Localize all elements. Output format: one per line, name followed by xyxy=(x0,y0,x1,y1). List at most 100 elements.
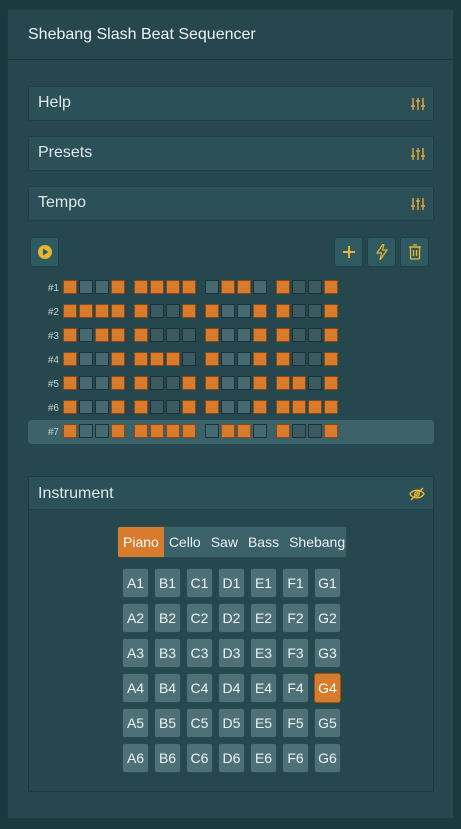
step-cell[interactable] xyxy=(182,328,196,342)
step-cell[interactable] xyxy=(79,352,93,366)
note-key[interactable]: F5 xyxy=(282,708,309,738)
step-cell[interactable] xyxy=(253,280,267,294)
step-cell[interactable] xyxy=(95,352,109,366)
step-cell[interactable] xyxy=(166,280,180,294)
note-key[interactable]: G2 xyxy=(314,603,341,633)
track-row[interactable]: #7 xyxy=(28,420,434,444)
step-cell[interactable] xyxy=(221,424,235,438)
step-cell[interactable] xyxy=(324,328,338,342)
step-cell[interactable] xyxy=(237,400,251,414)
note-key[interactable]: C2 xyxy=(186,603,213,633)
step-cell[interactable] xyxy=(134,424,148,438)
tab-piano[interactable]: Piano xyxy=(118,527,164,557)
note-key[interactable]: F6 xyxy=(282,743,309,773)
step-cell[interactable] xyxy=(292,280,306,294)
track-row[interactable]: #5 xyxy=(28,372,434,396)
step-cell[interactable] xyxy=(134,352,148,366)
step-cell[interactable] xyxy=(134,328,148,342)
note-key[interactable]: A4 xyxy=(122,673,149,703)
step-cell[interactable] xyxy=(276,400,290,414)
step-cell[interactable] xyxy=(150,352,164,366)
step-cell[interactable] xyxy=(221,352,235,366)
step-cell[interactable] xyxy=(308,352,322,366)
track-row[interactable]: #1 xyxy=(28,276,434,300)
note-key[interactable]: E6 xyxy=(250,743,277,773)
note-key[interactable]: D6 xyxy=(218,743,245,773)
note-key[interactable]: B3 xyxy=(154,638,181,668)
step-cell[interactable] xyxy=(253,328,267,342)
step-cell[interactable] xyxy=(166,376,180,390)
step-cell[interactable] xyxy=(166,304,180,318)
step-cell[interactable] xyxy=(205,304,219,318)
step-cell[interactable] xyxy=(292,328,306,342)
step-cell[interactable] xyxy=(182,424,196,438)
note-key[interactable]: C6 xyxy=(186,743,213,773)
step-cell[interactable] xyxy=(182,280,196,294)
note-key[interactable]: F3 xyxy=(282,638,309,668)
note-key[interactable]: G6 xyxy=(314,743,341,773)
step-cell[interactable] xyxy=(237,376,251,390)
step-cell[interactable] xyxy=(79,304,93,318)
step-cell[interactable] xyxy=(237,424,251,438)
note-key[interactable]: B4 xyxy=(154,673,181,703)
step-cell[interactable] xyxy=(253,376,267,390)
note-key[interactable]: B5 xyxy=(154,708,181,738)
note-key[interactable]: C1 xyxy=(186,568,213,598)
step-cell[interactable] xyxy=(166,328,180,342)
step-cell[interactable] xyxy=(308,280,322,294)
play-button[interactable] xyxy=(30,237,59,267)
tab-bass[interactable]: Bass xyxy=(243,527,284,557)
step-cell[interactable] xyxy=(134,280,148,294)
step-cell[interactable] xyxy=(111,280,125,294)
step-cell[interactable] xyxy=(111,352,125,366)
step-cell[interactable] xyxy=(324,352,338,366)
step-cell[interactable] xyxy=(292,304,306,318)
note-key[interactable]: F2 xyxy=(282,603,309,633)
note-key[interactable]: G1 xyxy=(314,568,341,598)
step-cell[interactable] xyxy=(150,400,164,414)
step-cell[interactable] xyxy=(182,400,196,414)
step-cell[interactable] xyxy=(253,352,267,366)
step-cell[interactable] xyxy=(276,304,290,318)
add-track-button[interactable] xyxy=(334,237,363,267)
step-cell[interactable] xyxy=(150,280,164,294)
track-row[interactable]: #2 xyxy=(28,300,434,324)
step-cell[interactable] xyxy=(308,304,322,318)
note-key[interactable]: C3 xyxy=(186,638,213,668)
step-cell[interactable] xyxy=(276,376,290,390)
step-cell[interactable] xyxy=(205,352,219,366)
note-key[interactable]: A1 xyxy=(122,568,149,598)
note-key[interactable]: C5 xyxy=(186,708,213,738)
step-cell[interactable] xyxy=(150,424,164,438)
sliders-icon[interactable] xyxy=(411,197,425,211)
step-cell[interactable] xyxy=(205,400,219,414)
step-cell[interactable] xyxy=(237,280,251,294)
step-cell[interactable] xyxy=(276,352,290,366)
step-cell[interactable] xyxy=(111,304,125,318)
step-cell[interactable] xyxy=(324,280,338,294)
step-cell[interactable] xyxy=(237,352,251,366)
step-cell[interactable] xyxy=(95,376,109,390)
note-key[interactable]: D5 xyxy=(218,708,245,738)
step-cell[interactable] xyxy=(166,424,180,438)
step-cell[interactable] xyxy=(79,328,93,342)
note-key[interactable]: E5 xyxy=(250,708,277,738)
note-key[interactable]: D1 xyxy=(218,568,245,598)
step-cell[interactable] xyxy=(182,304,196,318)
note-key[interactable]: E1 xyxy=(250,568,277,598)
step-cell[interactable] xyxy=(221,376,235,390)
tab-shebang[interactable]: Shebang xyxy=(284,527,346,557)
step-cell[interactable] xyxy=(253,424,267,438)
note-key[interactable]: D2 xyxy=(218,603,245,633)
step-cell[interactable] xyxy=(324,304,338,318)
step-cell[interactable] xyxy=(205,424,219,438)
note-key[interactable]: A5 xyxy=(122,708,149,738)
step-cell[interactable] xyxy=(63,328,77,342)
step-cell[interactable] xyxy=(253,400,267,414)
step-cell[interactable] xyxy=(134,376,148,390)
step-cell[interactable] xyxy=(237,304,251,318)
step-cell[interactable] xyxy=(324,400,338,414)
note-key[interactable]: B2 xyxy=(154,603,181,633)
step-cell[interactable] xyxy=(308,400,322,414)
step-cell[interactable] xyxy=(111,376,125,390)
